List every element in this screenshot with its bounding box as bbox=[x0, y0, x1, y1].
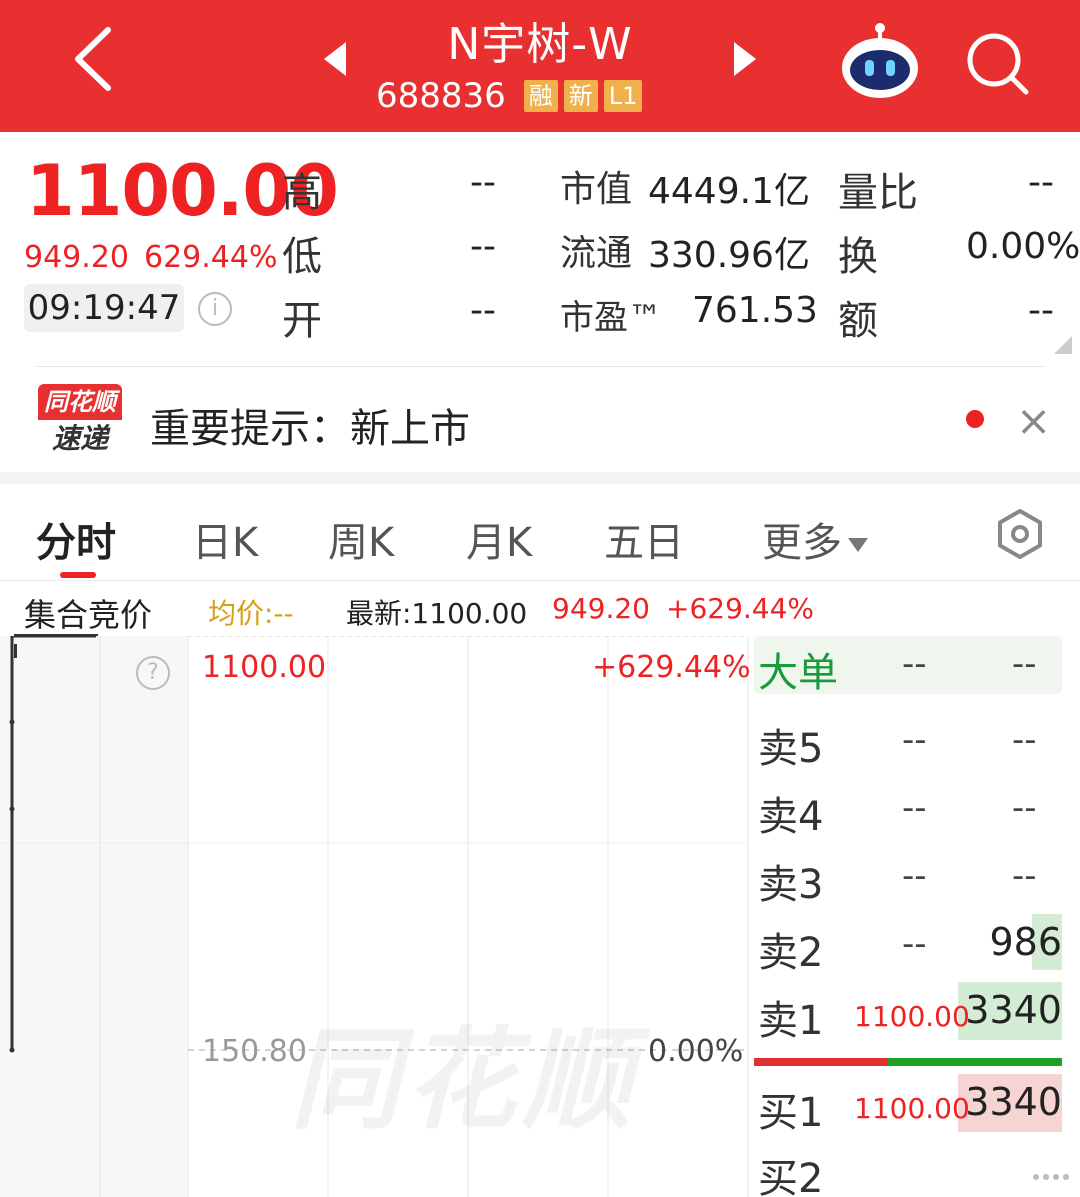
level-tag: L1 bbox=[603, 80, 643, 112]
divider bbox=[0, 580, 1080, 581]
buy-sell-ratio-green bbox=[888, 1058, 1062, 1066]
auction-point bbox=[9, 806, 15, 812]
chevron-down-icon bbox=[848, 538, 868, 552]
unread-dot-icon bbox=[966, 410, 984, 428]
quote-time: 09:19:47 bbox=[24, 284, 184, 332]
big-order-b: -- bbox=[1012, 644, 1037, 684]
logo-bottom-text: 速递 bbox=[51, 422, 108, 455]
ask2-vol: 986 bbox=[989, 920, 1062, 964]
stat-high-label: 高 bbox=[282, 170, 322, 216]
tab-five-day[interactable]: 五日 bbox=[604, 510, 684, 568]
ask3-vol: -- bbox=[1012, 856, 1037, 896]
ths-express-logo: 同花顺 速递 bbox=[38, 384, 122, 458]
tab-more-label: 更多 bbox=[762, 520, 842, 566]
stat-mktcap-label: 市值 bbox=[560, 169, 633, 210]
next-stock-icon[interactable] bbox=[732, 40, 758, 78]
search-icon[interactable] bbox=[964, 30, 1030, 96]
ask5-label: 卖5 bbox=[758, 726, 824, 772]
auction-point bbox=[9, 719, 15, 725]
ask4-price: -- bbox=[902, 788, 927, 828]
buy-sell-ratio-red bbox=[754, 1058, 888, 1066]
bid1-label: 买1 bbox=[758, 1090, 824, 1136]
active-tab-indicator bbox=[60, 572, 96, 578]
stock-title: N宇树-W bbox=[447, 19, 633, 70]
tab-daily-k[interactable]: 日K bbox=[192, 510, 258, 568]
ask1-label: 卖1 bbox=[758, 998, 824, 1044]
close-notice-icon[interactable]: × bbox=[1016, 396, 1051, 445]
tab-monthly-k[interactable]: 月K bbox=[466, 510, 532, 568]
stat-mktcap-value: 4449.1亿 bbox=[648, 171, 810, 212]
ask1-vol: 3340 bbox=[965, 988, 1062, 1032]
margin-tag: 融 bbox=[523, 80, 558, 112]
stat-low-value: -- bbox=[470, 226, 496, 267]
tab-weekly-k[interactable]: 周K bbox=[328, 510, 394, 568]
ask4-label: 卖4 bbox=[758, 794, 824, 840]
ask5-vol: -- bbox=[1012, 720, 1037, 760]
stat-turnover-value: 0.00% bbox=[966, 226, 1080, 267]
price-change: 949.20 bbox=[24, 240, 129, 275]
chart-base-pct: 0.00% bbox=[648, 1034, 744, 1069]
back-icon[interactable] bbox=[66, 24, 126, 94]
stat-open-value: -- bbox=[470, 290, 496, 331]
auction-point bbox=[14, 644, 17, 658]
expand-corner-icon[interactable] bbox=[1054, 336, 1072, 354]
avg-price: 均价:-- bbox=[208, 597, 294, 630]
ask4-vol: -- bbox=[1012, 788, 1037, 828]
chart-change-pct: +629.44% bbox=[666, 592, 815, 625]
stat-float-label: 流通 bbox=[560, 233, 633, 274]
watermark-logo: 同花顺 bbox=[290, 1016, 638, 1144]
stock-code: 688836 bbox=[376, 76, 506, 116]
ask5-price: -- bbox=[902, 720, 927, 760]
ask1-price: 1100.00 bbox=[854, 1000, 970, 1033]
ask3-price: -- bbox=[902, 856, 927, 896]
stat-low-label: 低 bbox=[282, 234, 322, 280]
info-icon[interactable]: i bbox=[198, 292, 232, 326]
ask3-label: 卖3 bbox=[758, 862, 824, 908]
stat-amount-value: -- bbox=[1028, 290, 1054, 331]
robot-assistant-icon[interactable] bbox=[838, 22, 922, 102]
latest-price: 最新:1100.00 bbox=[346, 597, 528, 630]
new-tag: 新 bbox=[563, 80, 598, 112]
stat-pe-label: 市盈™ bbox=[560, 298, 662, 338]
stat-open-label: 开 bbox=[282, 298, 322, 344]
ask2-price: -- bbox=[902, 924, 927, 964]
section-separator bbox=[0, 472, 1080, 484]
chart-change: 949.20 bbox=[552, 592, 650, 625]
call-auction-label[interactable]: 集合竞价 bbox=[24, 590, 152, 636]
ask2-label: 卖2 bbox=[758, 930, 824, 976]
tab-more[interactable]: 更多 bbox=[762, 510, 868, 568]
stat-turnover-label: 换 bbox=[838, 234, 878, 280]
stat-volratio-value: -- bbox=[1028, 162, 1054, 203]
chart-settings-icon[interactable] bbox=[994, 508, 1046, 560]
bid2-label: 买2 bbox=[758, 1156, 824, 1197]
prev-stock-icon[interactable] bbox=[322, 40, 348, 78]
stat-volratio-label: 量比 bbox=[838, 170, 918, 216]
home-indicator-icon bbox=[1033, 1174, 1069, 1180]
logo-top-text: 同花顺 bbox=[38, 384, 122, 420]
help-icon[interactable]: ? bbox=[136, 656, 170, 690]
stat-pe-value: 761.53 bbox=[692, 290, 818, 331]
big-order-label[interactable]: 大单 bbox=[758, 640, 838, 698]
stat-amount-label: 额 bbox=[838, 298, 878, 344]
bid1-price: 1100.00 bbox=[854, 1092, 970, 1125]
auction-zone bbox=[0, 636, 188, 1197]
notice-text[interactable]: 重要提示：新上市 bbox=[150, 396, 470, 454]
divider bbox=[36, 366, 1046, 367]
chart-top-pct: +629.44% bbox=[592, 650, 751, 685]
price-change-pct: 629.44% bbox=[144, 240, 278, 275]
stat-high-value: -- bbox=[470, 162, 496, 203]
auction-point bbox=[9, 1047, 15, 1053]
bid1-vol: 3340 bbox=[965, 1080, 1062, 1124]
big-order-a: -- bbox=[902, 644, 927, 684]
stock-code-row: 688836 融 新 L1 bbox=[376, 76, 643, 116]
top-bar: N宇树-W 688836 融 新 L1 bbox=[0, 0, 1080, 132]
tab-intraday[interactable]: 分时 bbox=[36, 510, 116, 568]
stat-float-value: 330.96亿 bbox=[648, 235, 810, 276]
chart-top-price: 1100.00 bbox=[202, 650, 327, 685]
